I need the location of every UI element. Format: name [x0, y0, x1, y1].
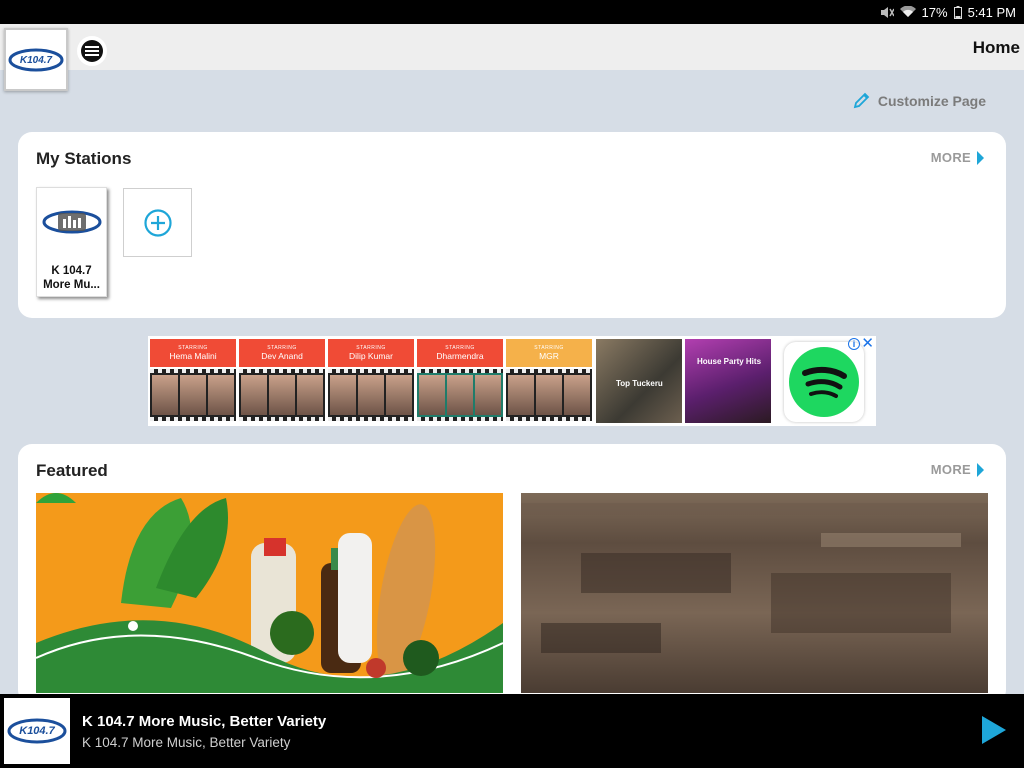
add-station-button[interactable]: [123, 188, 192, 257]
ad-photo-label: House Party Hits: [697, 357, 762, 366]
add-circle-icon: [143, 208, 172, 237]
battery-icon: [953, 5, 962, 19]
player-title: K 104.7 More Music, Better Variety: [82, 713, 327, 730]
my-stations-card: My Stations MORE K 104.7 More Mu...: [18, 132, 1006, 318]
menu-button[interactable]: [77, 36, 107, 66]
station-tile-logo: [41, 200, 103, 244]
mute-icon: [880, 6, 894, 19]
more-label: MORE: [930, 150, 971, 165]
customize-page-button[interactable]: Customize Page: [853, 92, 986, 109]
featured-item-image[interactable]: [36, 493, 503, 693]
ad-tile-name: Dev Anand: [261, 351, 303, 361]
ad-close-icon[interactable]: ✕: [861, 336, 874, 351]
ad-tile[interactable]: STARRING Hema Malini: [150, 339, 236, 423]
ad-tile-name: Dilip Kumar: [349, 351, 393, 361]
ad-info-icon[interactable]: i: [848, 338, 860, 350]
svg-text:K104.7: K104.7: [20, 55, 53, 66]
player-station-logo: K104.7: [4, 698, 70, 764]
status-bar: 17% 5:41 PM: [0, 0, 1024, 24]
battery-level: 17%: [921, 4, 948, 20]
featured-more-button[interactable]: MORE: [931, 462, 984, 477]
ad-tile[interactable]: STARRING Dev Anand: [239, 339, 325, 423]
station-name: K 104.7 More Mu...: [43, 265, 100, 291]
spotify-icon: [789, 347, 859, 417]
more-label: MORE: [930, 462, 971, 477]
featured-item-image[interactable]: [521, 493, 988, 693]
ad-tile-name: Dharmendra: [436, 351, 484, 361]
featured-card: Featured MORE: [18, 444, 1006, 704]
spotify-logo[interactable]: [784, 342, 864, 422]
chevron-right-icon: [977, 150, 984, 165]
my-stations-more-button[interactable]: MORE: [931, 150, 984, 165]
ad-tile-name: Hema Malini: [169, 351, 217, 361]
customize-label: Customize Page: [877, 92, 986, 109]
clock: 5:41 PM: [967, 4, 1016, 20]
ad-tile[interactable]: STARRING Dharmendra: [417, 339, 503, 423]
app-bar: [0, 24, 1024, 70]
ad-photo-label: Top Tuckeru: [616, 379, 663, 388]
ad-banner[interactable]: STARRING Hema Malini STARRING Dev Anand ST…: [148, 336, 876, 426]
svg-text:K104.7: K104.7: [19, 725, 55, 737]
k1047-logo-icon: K104.7: [8, 48, 64, 71]
ad-photo-tile[interactable]: Top Tuckeru: [596, 339, 682, 423]
featured-title: Featured: [36, 461, 108, 480]
chevron-right-icon: [977, 462, 984, 477]
player-subtitle: K 104.7 More Music, Better Variety: [82, 735, 291, 750]
pencil-icon: [853, 92, 870, 109]
station-tile[interactable]: K 104.7 More Mu...: [36, 187, 107, 297]
page-title: Home: [972, 38, 1020, 57]
ad-tile[interactable]: STARRING MGR: [506, 339, 592, 423]
ad-tile[interactable]: STARRING Dilip Kumar: [328, 339, 414, 423]
ad-tile-name: MGR: [539, 351, 559, 361]
my-stations-title: My Stations: [36, 149, 132, 168]
play-icon[interactable]: [982, 716, 1006, 744]
menu-icon: [81, 40, 103, 62]
station-logo[interactable]: K104.7: [4, 28, 68, 91]
now-playing-bar[interactable]: K104.7 K 104.7 More Music, Better Variet…: [0, 694, 1024, 768]
ad-photo-tile[interactable]: House Party Hits: [685, 339, 771, 423]
wifi-icon: [899, 6, 916, 18]
